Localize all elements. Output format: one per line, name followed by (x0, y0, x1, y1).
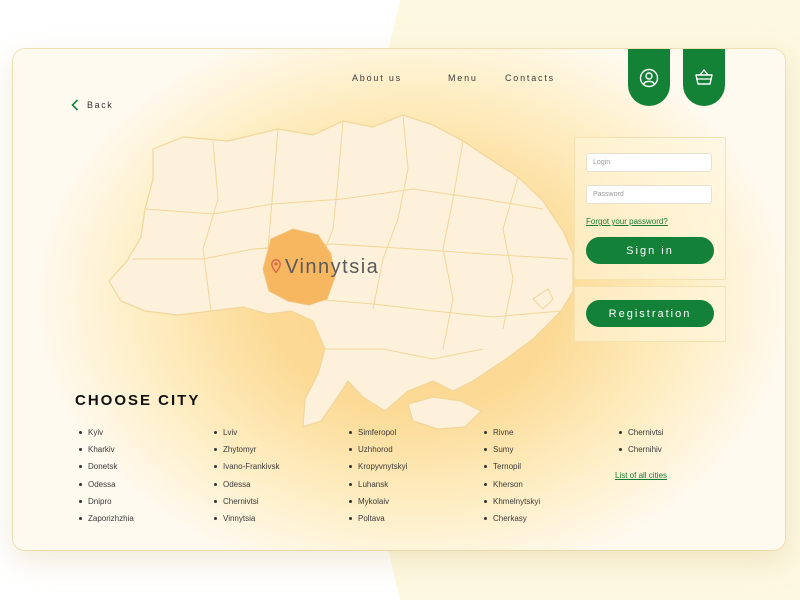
city-item[interactable]: Chernihiv (619, 441, 664, 458)
bullet (214, 499, 217, 503)
bullet (349, 517, 352, 521)
bullet (484, 482, 487, 486)
account-button[interactable] (628, 49, 670, 106)
bullet (484, 431, 487, 435)
city-item[interactable]: Zhytomyr (214, 441, 279, 458)
bullet (349, 465, 352, 469)
city-item[interactable]: Luhansk (349, 476, 407, 493)
bullet (349, 499, 352, 503)
crimea-region (407, 396, 483, 430)
chevron-left-icon (71, 99, 79, 111)
city-column-3: Simferopol Uzhhorod Kropyvnytskyi Luhans… (349, 424, 407, 527)
city-item[interactable]: Mykolaiv (349, 493, 407, 510)
bullet (619, 431, 622, 435)
bullet (79, 482, 82, 486)
back-link[interactable]: Back (71, 99, 113, 111)
city-column-4: Rivne Sumy Ternopil Kherson Khmelnytskyi… (484, 424, 540, 527)
bullet (214, 465, 217, 469)
bullet (214, 448, 217, 452)
list-all-cities-link[interactable]: List of all cities (615, 471, 667, 480)
bullet (79, 448, 82, 452)
back-label: Back (87, 100, 114, 110)
password-field[interactable]: Password (586, 185, 712, 204)
bullet (484, 499, 487, 503)
bullet (214, 431, 217, 435)
city-item[interactable]: Chernivtsi (214, 493, 279, 510)
city-item[interactable]: Cherkasy (484, 510, 540, 527)
city-item[interactable]: Kropyvnytskyi (349, 458, 407, 475)
city-item[interactable]: Khmelnytskyi (484, 493, 540, 510)
city-item[interactable]: Uzhhorod (349, 441, 407, 458)
bullet (484, 517, 487, 521)
city-column-5: Chernivtsi Chernihiv (619, 424, 664, 458)
bullet (484, 448, 487, 452)
city-item[interactable]: Sumy (484, 441, 540, 458)
bullet (484, 465, 487, 469)
map-pin-icon (271, 259, 281, 273)
city-item[interactable]: Kyiv (79, 424, 134, 441)
sign-in-button[interactable]: Sign in (586, 237, 714, 264)
city-item[interactable]: Odessa (79, 476, 134, 493)
bullet (349, 448, 352, 452)
nav-menu[interactable]: Menu (448, 73, 478, 83)
city-column-2: Lviv Zhytomyr Ivano-Frankivsk Odessa Che… (214, 424, 279, 527)
forgot-password-link[interactable]: Forgot your password? (586, 217, 668, 226)
city-column-1: Kyiv Kharkiv Donetsk Odessa Dnipro Zapor… (79, 424, 134, 527)
bullet (619, 448, 622, 452)
registration-button[interactable]: Registration (586, 300, 714, 327)
city-item[interactable]: Poltava (349, 510, 407, 527)
bullet (214, 517, 217, 521)
city-item[interactable]: Donetsk (79, 458, 134, 475)
bullet (79, 499, 82, 503)
bullet (79, 517, 82, 521)
bullet (349, 431, 352, 435)
city-item[interactable]: Zaporizhzhia (79, 510, 134, 527)
city-item[interactable]: Odessa (214, 476, 279, 493)
basket-button[interactable] (683, 49, 725, 106)
basket-icon (695, 68, 713, 85)
city-item[interactable]: Dnipro (79, 493, 134, 510)
choose-city-title: CHOOSE CITY (75, 392, 201, 409)
bullet (349, 482, 352, 486)
city-item[interactable]: Kherson (484, 476, 540, 493)
nav-about-us[interactable]: About us (352, 73, 402, 83)
city-item[interactable]: Vinnytsia (214, 510, 279, 527)
user-icon (639, 68, 659, 87)
city-item[interactable]: Ternopil (484, 458, 540, 475)
bullet (214, 482, 217, 486)
bullet (79, 465, 82, 469)
city-item[interactable]: Rivne (484, 424, 540, 441)
city-item[interactable]: Chernivtsi (619, 424, 664, 441)
city-item[interactable]: Kharkiv (79, 441, 134, 458)
city-item[interactable]: Ivano-Frankivsk (214, 458, 279, 475)
nav-contacts[interactable]: Contacts (505, 73, 555, 83)
bullet (79, 431, 82, 435)
city-item[interactable]: Simferopol (349, 424, 407, 441)
city-item[interactable]: Lviv (214, 424, 279, 441)
login-field[interactable]: Login (586, 153, 712, 172)
main-card: About us Menu Contacts Back Vinnytsia Lo… (13, 49, 785, 550)
selected-city-label: Vinnytsia (285, 256, 380, 278)
